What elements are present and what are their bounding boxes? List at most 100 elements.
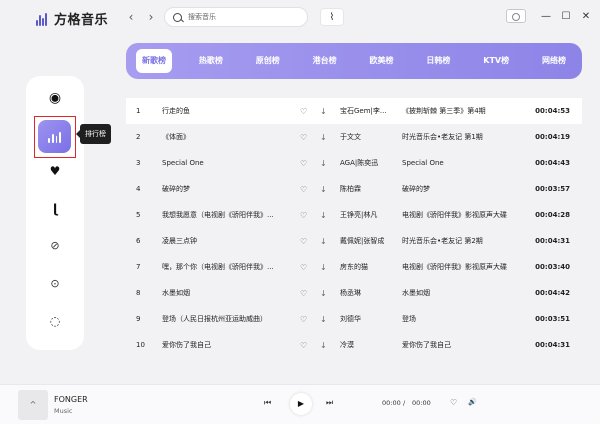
theme-toggle-button[interactable] <box>506 9 526 23</box>
song-album[interactable]: 电视剧《骄阳伴我》影视原声大碟 <box>402 262 532 272</box>
row-number: 5 <box>136 211 141 219</box>
table-row[interactable]: 7 嘿，那个你（电视剧《骄阳伴我》... ♡ ↓ 房东的猫 电视剧《骄阳伴我》影… <box>126 254 582 280</box>
heart-outline-icon[interactable]: ♡ <box>300 159 307 168</box>
song-title[interactable]: 破碎的梦 <box>162 184 282 194</box>
heart-outline-icon[interactable]: ♡ <box>300 211 307 220</box>
song-artist[interactable]: 刘德华 <box>340 314 402 324</box>
table-row[interactable]: 1 行走的鱼 ♡ ↓ 宝石Gem|李... 《披荆斩棘 第三季》第4期 00:0… <box>126 98 582 124</box>
song-title[interactable]: 爱你伤了我自己 <box>162 340 282 350</box>
tab-internet[interactable]: 网络榜 <box>536 49 572 73</box>
tab-original[interactable]: 原创榜 <box>250 49 286 73</box>
tab-new-songs[interactable]: 新歌榜 <box>136 49 172 73</box>
tab-hot-songs[interactable]: 热歌榜 <box>193 49 229 73</box>
heart-outline-icon[interactable]: ♡ <box>300 289 307 298</box>
tab-western[interactable]: 欧美榜 <box>364 49 400 73</box>
song-album[interactable]: 时光音乐会•老友记 第2期 <box>402 236 532 246</box>
song-title[interactable]: 登场（人民日报杭州亚运助威曲） <box>162 314 282 324</box>
tab-ktv[interactable]: KTV榜 <box>477 49 515 73</box>
like-button[interactable]: ♡ <box>450 398 457 407</box>
download-icon[interactable]: ↓ <box>320 315 327 324</box>
table-row[interactable]: 6 凌晨三点钟 ♡ ↓ 戴佩妮|张智成 时光音乐会•老友记 第2期 00:04:… <box>126 228 582 254</box>
song-title[interactable]: 《体面》 <box>162 132 282 142</box>
heart-outline-icon[interactable]: ♡ <box>300 107 307 116</box>
song-title[interactable]: Special One <box>162 159 282 167</box>
song-duration: 00:04:31 <box>535 341 570 349</box>
download-icon[interactable]: ↓ <box>320 211 327 220</box>
song-artist[interactable]: 于文文 <box>340 132 402 142</box>
download-icon[interactable]: ↓ <box>320 159 327 168</box>
next-button[interactable]: ⏭ <box>326 398 333 408</box>
download-icon[interactable]: ↓ <box>320 237 327 246</box>
song-album[interactable]: 《披荆斩棘 第三季》第4期 <box>402 106 532 116</box>
song-artist[interactable]: 陈柏霖 <box>340 184 402 194</box>
song-artist[interactable]: 宝石Gem|李... <box>340 106 402 116</box>
back-button[interactable]: ‹ <box>124 10 138 24</box>
download-icon[interactable]: ↓ <box>320 289 327 298</box>
sidebar-item-music[interactable]: ɭ <box>26 196 84 222</box>
table-row[interactable]: 4 破碎的梦 ♡ ↓ 陈柏霖 破碎的梦 00:03:57 <box>126 176 582 202</box>
close-button[interactable]: ✕ <box>578 9 594 25</box>
chevron-left-icon: ‹ <box>128 10 134 24</box>
maximize-button[interactable]: ☐ <box>558 9 574 25</box>
heart-outline-icon[interactable]: ♡ <box>300 185 307 194</box>
song-duration: 00:04:53 <box>535 107 570 115</box>
download-icon[interactable]: ↓ <box>320 263 327 272</box>
table-row[interactable]: 10 爱你伤了我自己 ♡ ↓ 冷漠 爱你伤了我自己 00:04:31 <box>126 332 582 358</box>
search-icon <box>173 12 182 22</box>
voice-search-button[interactable]: ⌇ <box>320 8 344 26</box>
table-row[interactable]: 8 水墨如烟 ♡ ↓ 杨丞琳 水墨如烟 00:04:42 <box>126 280 582 306</box>
heart-outline-icon[interactable]: ♡ <box>300 237 307 246</box>
song-title[interactable]: 嘿，那个你（电视剧《骄阳伴我》... <box>162 262 282 272</box>
sidebar: ◉ ♥ ɭ ⊘ ⊙ ◌ <box>26 76 84 350</box>
table-row[interactable]: 9 登场（人民日报杭州亚运助威曲） ♡ ↓ 刘德华 登场 00:03:51 <box>126 306 582 332</box>
song-album[interactable]: 水墨如烟 <box>402 288 532 298</box>
song-artist[interactable]: 王铮亮|林凡 <box>340 210 402 220</box>
song-artist[interactable]: AGA|陈奕迅 <box>340 158 402 168</box>
song-title[interactable]: 我想我愿意（电视剧《骄阳伴我》... <box>162 210 282 220</box>
table-row[interactable]: 2 《体面》 ♡ ↓ 于文文 时光音乐会•老友记 第1期 00:04:19 <box>126 124 582 150</box>
previous-button[interactable]: ⏮ <box>264 398 271 408</box>
time-current: 00:00 <box>382 399 401 407</box>
song-title[interactable]: 水墨如烟 <box>162 288 282 298</box>
song-title[interactable]: 行走的鱼 <box>162 106 282 116</box>
song-album[interactable]: Special One <box>402 159 532 167</box>
sidebar-item-discover[interactable]: ◉ <box>26 85 84 111</box>
tab-jp-kr[interactable]: 日韩榜 <box>420 49 456 73</box>
tab-hk-tw[interactable]: 港台榜 <box>307 49 343 73</box>
play-button[interactable]: ▶ <box>290 393 312 415</box>
heart-outline-icon[interactable]: ♡ <box>300 341 307 350</box>
download-icon[interactable]: ↓ <box>320 133 327 142</box>
song-title[interactable]: 凌晨三点钟 <box>162 236 282 246</box>
song-artist[interactable]: 冷漠 <box>340 340 402 350</box>
album-cover[interactable]: ^ <box>18 390 48 420</box>
title-bar: 方格音乐 ‹ › ⌇ — ☐ ✕ <box>0 0 600 36</box>
table-row[interactable]: 5 我想我愿意（电视剧《骄阳伴我》... ♡ ↓ 王铮亮|林凡 电视剧《骄阳伴我… <box>126 202 582 228</box>
sidebar-item-settings[interactable]: ⊙ <box>26 270 84 296</box>
download-icon[interactable]: ↓ <box>320 341 327 350</box>
sidebar-item-favorites[interactable]: ♥ <box>26 158 84 184</box>
forward-button[interactable]: › <box>144 10 158 24</box>
download-icon[interactable]: ↓ <box>320 107 327 116</box>
download-icon[interactable]: ↓ <box>320 185 327 194</box>
song-album[interactable]: 登场 <box>402 314 532 324</box>
song-artist[interactable]: 房东的猫 <box>340 262 402 272</box>
heart-outline-icon[interactable]: ♡ <box>300 133 307 142</box>
song-artist[interactable]: 戴佩妮|张智成 <box>340 236 402 246</box>
sidebar-item-charts[interactable] <box>38 120 71 153</box>
table-row[interactable]: 3 Special One ♡ ↓ AGA|陈奕迅 Special One 00… <box>126 150 582 176</box>
song-album[interactable]: 爱你伤了我自己 <box>402 340 532 350</box>
song-artist[interactable]: 杨丞琳 <box>340 288 402 298</box>
minimize-button[interactable]: — <box>538 9 554 25</box>
heart-outline-icon[interactable]: ♡ <box>300 315 307 324</box>
search-input[interactable] <box>188 13 298 21</box>
app-name: 方格音乐 <box>54 13 109 28</box>
volume-button[interactable]: 🔊 <box>468 398 477 406</box>
heart-outline-icon[interactable]: ♡ <box>300 263 307 272</box>
song-album[interactable]: 破碎的梦 <box>402 184 532 194</box>
sidebar-item-leaf[interactable]: ◌ <box>26 308 84 334</box>
song-album[interactable]: 时光音乐会•老友记 第1期 <box>402 132 532 142</box>
song-album[interactable]: 电视剧《骄阳伴我》影视原声大碟 <box>402 210 532 220</box>
heart-outline-icon: ♡ <box>450 398 458 407</box>
sidebar-item-blocked[interactable]: ⊘ <box>26 232 84 258</box>
search-box[interactable] <box>164 7 308 27</box>
